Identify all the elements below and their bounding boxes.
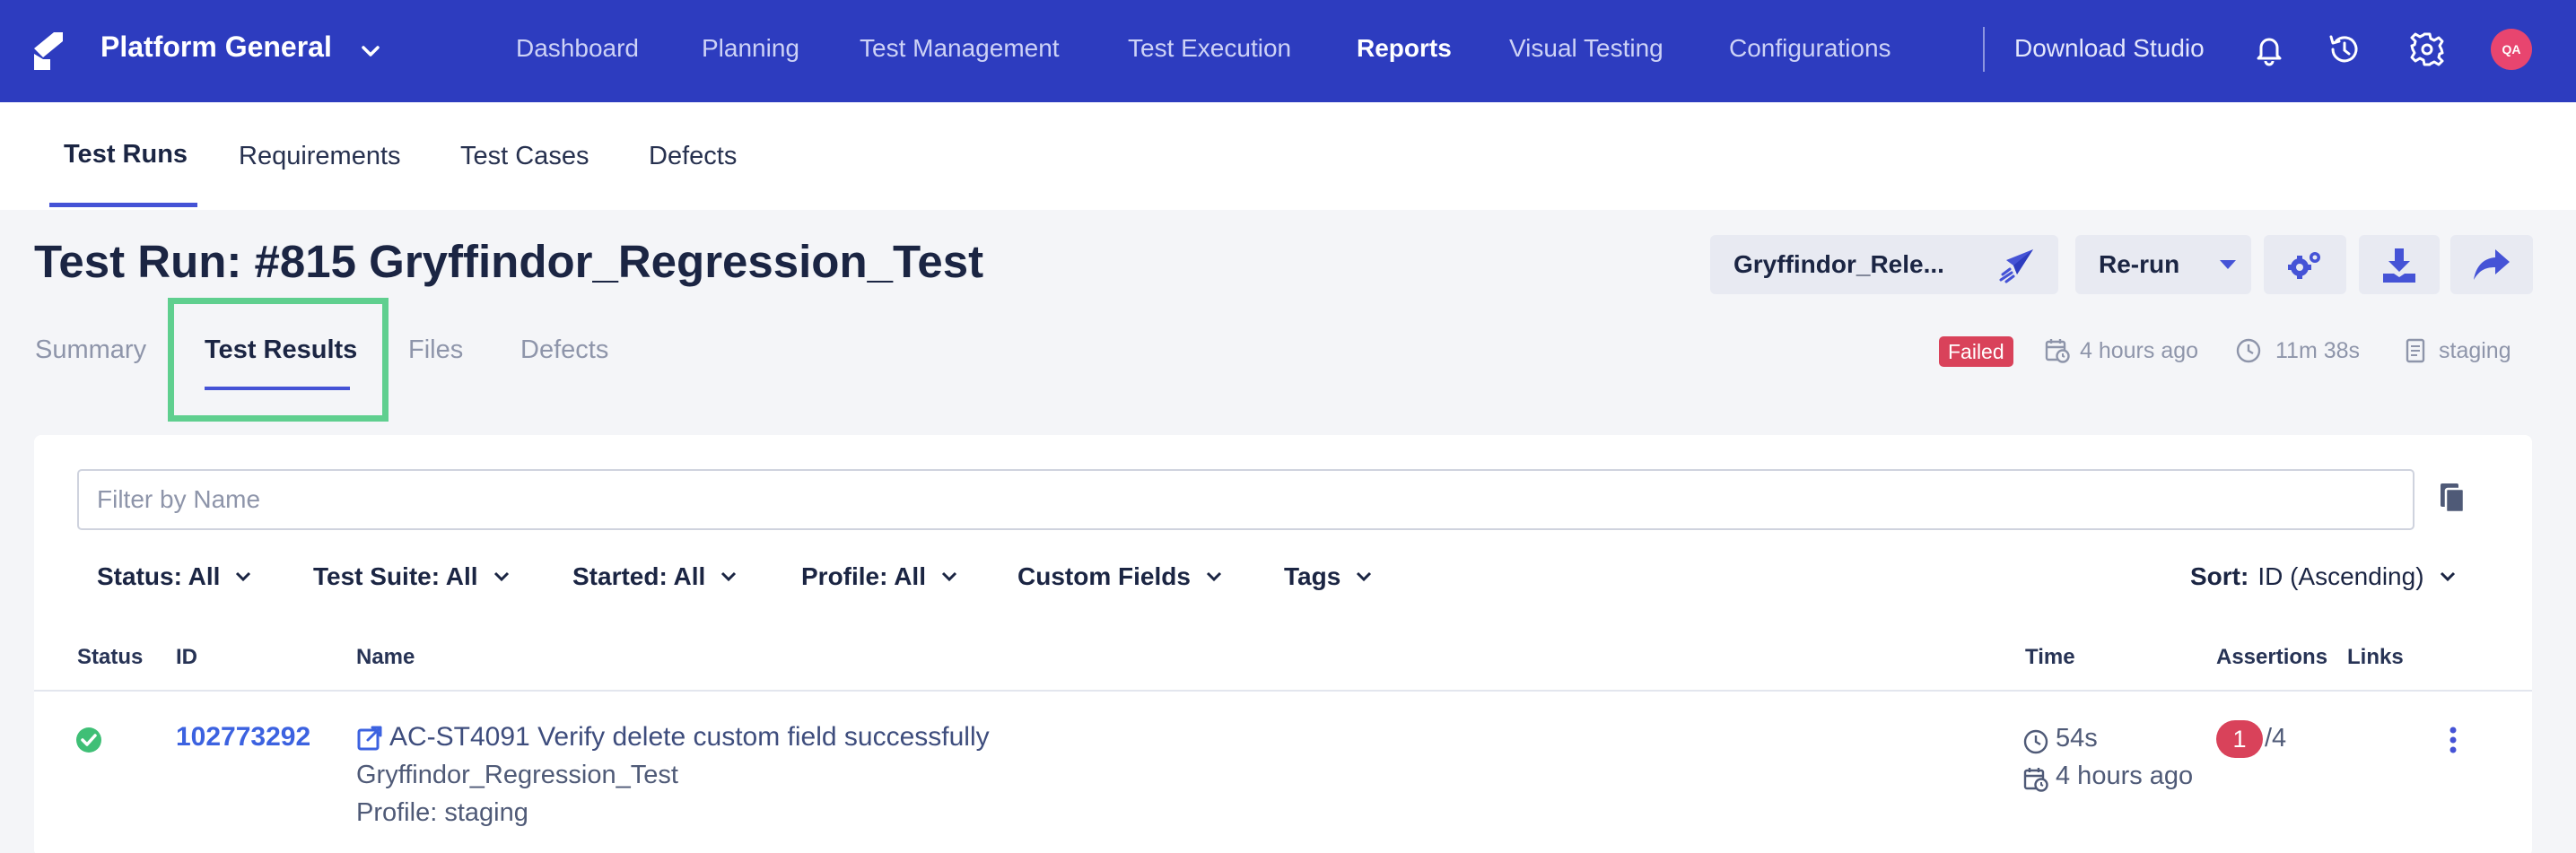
custom-fields-label: Custom Fields [1017,562,1191,590]
chevron-down-icon[interactable] [357,38,384,65]
rerun-button-label: Re-run [2099,250,2180,278]
header-divider [34,690,2532,692]
run-duration: 11m 38s [2275,338,2361,363]
filter-by-name-input[interactable] [77,469,2414,530]
cogs-icon [2288,252,2320,279]
calendar-clock-icon [2045,339,2070,363]
bell-icon[interactable] [2249,29,2290,70]
more-options-icon[interactable] [2444,726,2462,754]
download-studio-link[interactable]: Download Studio [2014,34,2205,63]
subnav-requirements[interactable]: Requirements [239,142,401,171]
focus-highlight [168,298,389,422]
status-filter-label: Status: All [97,562,221,590]
sort-label: Sort: [2190,562,2249,590]
nav-configurations[interactable]: Configurations [1729,34,1891,63]
nav-test-management[interactable]: Test Management [860,34,1060,63]
calendar-clock-icon [2023,768,2048,792]
column-name: Name [356,645,415,669]
column-assertions: Assertions [2216,645,2328,669]
run-started-time: 4 hours ago [2080,338,2199,363]
gear-icon[interactable] [2406,29,2448,70]
test-started-time: 4 hours ago [2056,762,2194,790]
status-filter-dropdown[interactable]: Status: All [97,562,252,591]
chevron-down-icon [493,571,509,582]
page-title: Test Run: #815 Gryffindor_Regression_Tes… [34,236,984,287]
column-id: ID [176,645,197,669]
nav-planning[interactable]: Planning [702,34,799,63]
katalon-logo-icon[interactable] [31,29,66,74]
subnav-test-runs[interactable]: Test Runs [64,140,188,170]
nav-test-execution[interactable]: Test Execution [1128,34,1291,63]
failed-assertions-badge: 1 [2216,720,2263,758]
subnav-defects[interactable]: Defects [649,142,737,171]
chevron-down-icon [941,571,957,582]
download-icon [2383,248,2415,283]
share-button[interactable] [2450,235,2533,294]
chevron-down-icon [2440,571,2455,582]
tab-summary[interactable]: Summary [35,335,146,365]
chevron-down-icon [1206,571,1221,582]
profile-filter-label: Profile: All [801,562,926,590]
chevron-down-icon [236,571,251,582]
sort-value: ID (Ascending) [2257,562,2424,590]
download-button[interactable] [2359,235,2440,294]
user-avatar[interactable]: QA [2491,29,2532,70]
subnav-active-indicator [49,203,197,207]
total-assertions: /4 [2265,724,2287,753]
project-name[interactable]: Platform General [100,30,332,64]
reports-subnav: Test Runs Requirements Test Cases Defect… [0,102,2576,210]
clock-icon [2236,338,2261,363]
profile-filter-dropdown[interactable]: Profile: All [801,562,958,591]
column-time: Time [2025,645,2075,669]
history-icon[interactable] [2324,29,2365,70]
profile-doc-icon [2406,338,2425,363]
test-case-name-link[interactable]: AC-ST4091 Verify delete custom field suc… [389,722,990,753]
tab-files[interactable]: Files [408,335,463,365]
top-navigation-bar: Platform General Dashboard Planning Test… [0,0,2576,102]
tab-defects[interactable]: Defects [520,335,608,365]
test-suite-filter-dropdown[interactable]: Test Suite: All [313,562,511,591]
clock-icon [2023,729,2048,754]
passed-check-icon [76,727,101,753]
column-links: Links [2347,645,2404,669]
started-filter-dropdown[interactable]: Started: All [572,562,738,591]
share-icon [2474,249,2510,280]
nav-divider [1983,27,1985,72]
started-filter-label: Started: All [572,562,706,590]
test-suite-name: Gryffindor_Regression_Test [356,761,678,789]
chevron-down-icon [1357,571,1372,582]
chevron-down-icon [721,571,737,582]
custom-fields-dropdown[interactable]: Custom Fields [1017,562,1223,591]
column-status: Status [77,645,144,669]
external-link-icon[interactable] [355,724,384,753]
tags-filter-label: Tags [1284,562,1341,590]
nav-reports[interactable]: Reports [1357,34,1452,63]
release-button[interactable]: Gryffindor_Rele... [1710,235,2058,294]
release-button-label: Gryffindor_Rele... [1733,250,1944,278]
nav-visual-testing[interactable]: Visual Testing [1509,34,1663,63]
status-badge: Failed [1939,336,2013,367]
subnav-test-cases[interactable]: Test Cases [460,142,589,171]
test-result-id-link[interactable]: 102773292 [176,722,310,753]
run-profile: staging [2439,338,2511,363]
test-profile: Profile: staging [356,798,528,827]
nav-dashboard[interactable]: Dashboard [516,34,639,63]
caret-down-icon[interactable] [2217,257,2239,273]
test-suite-filter-label: Test Suite: All [313,562,478,590]
configure-button[interactable] [2264,235,2346,294]
tags-filter-dropdown[interactable]: Tags [1284,562,1373,591]
sort-dropdown[interactable]: Sort: ID (Ascending) [2190,562,2457,591]
test-duration: 54s [2056,724,2098,753]
rocket-icon [1999,249,2033,283]
test-results-panel: Status: All Test Suite: All Started: All… [34,435,2532,853]
copy-icon[interactable] [2435,480,2471,516]
rerun-button[interactable]: Re-run [2075,235,2251,294]
